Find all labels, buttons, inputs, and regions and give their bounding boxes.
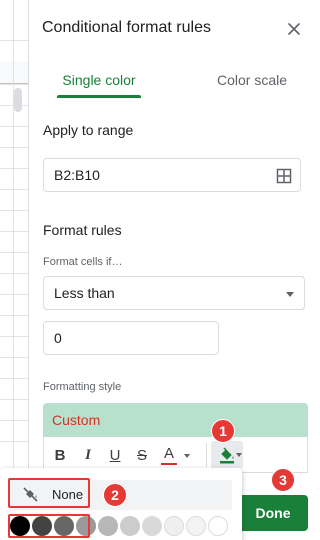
select-range-grid-icon[interactable] [276,168,292,184]
none-option-highlight [8,478,90,508]
formatting-style-preview[interactable]: Custom [43,403,308,437]
step-marker-2: 2 [103,483,127,507]
condition-value: Less than [54,285,115,301]
format-rules-heading: Format rules [43,222,122,238]
conditional-format-panel: Conditional format rules Single color Co… [29,0,311,540]
color-swatch-gray[interactable] [120,516,140,536]
italic-button[interactable]: I [80,445,96,465]
grid-line [0,84,28,85]
fill-color-button[interactable] [211,441,243,469]
condition-label: Format cells if… [43,256,123,268]
grid-line [0,336,28,337]
close-button[interactable] [283,18,305,40]
dropdown-arrow-icon [286,292,294,297]
text-color-letter: A [163,445,174,462]
sheet-scrollbar-thumb[interactable] [14,88,22,112]
toolbar-divider [206,443,207,467]
grid-line [0,357,28,358]
value-input[interactable]: 0 [43,321,219,355]
panel-title: Conditional format rules [42,19,211,36]
apply-range-heading: Apply to range [43,122,134,138]
grid-line [0,273,28,274]
sheet-grid-background [0,0,29,540]
preview-text: Custom [52,412,101,428]
text-color-bar [161,463,177,465]
tab-label: Color scale [216,72,288,88]
text-color-dropdown-icon[interactable] [184,454,190,458]
grid-line [0,294,28,295]
tab-color-scale[interactable]: Color scale [207,62,297,98]
grid-line [0,126,28,127]
condition-select[interactable]: Less than [43,276,305,310]
grid-line [0,420,28,421]
grid-line [0,40,28,41]
underline-button[interactable]: U [107,445,123,465]
grid-line [13,0,14,540]
grid-line [0,378,28,379]
fill-color-icon [220,447,234,464]
range-input[interactable]: B2:B10 [43,158,301,192]
grid-line [0,441,28,442]
grid-line [0,210,28,211]
bold-button[interactable]: B [52,445,68,465]
swatch-highlight [8,514,90,538]
tab-single-color[interactable]: Single color [57,62,141,98]
close-icon [288,23,300,35]
strikethrough-button[interactable]: S [134,445,150,465]
color-swatch-light-gray-3[interactable] [186,516,206,536]
grid-line [0,147,28,148]
range-value: B2:B10 [54,167,100,183]
done-button[interactable]: Done [238,495,308,531]
value-text: 0 [54,330,62,346]
grid-line [0,252,28,253]
step-marker-3: 3 [271,468,295,492]
tab-label: Single color [62,72,136,88]
color-swatch-light-gray-2[interactable] [164,516,184,536]
active-tab-indicator [57,95,141,98]
grid-line [0,231,28,232]
rule-type-tabs: Single color Color scale [29,62,311,98]
fill-color-dropdown-icon [236,453,242,457]
text-color-button[interactable]: A [160,445,178,465]
color-swatch-white[interactable] [208,516,228,536]
grid-line [0,189,28,190]
color-swatch-dark-gray-1[interactable] [98,516,118,536]
step-marker-1: 1 [211,419,235,443]
color-swatch-light-gray-1[interactable] [142,516,162,536]
column-header-strip [0,62,28,84]
grid-line [0,315,28,316]
grid-line [0,168,28,169]
grid-line [0,399,28,400]
formatting-style-label: Formatting style [43,381,122,393]
